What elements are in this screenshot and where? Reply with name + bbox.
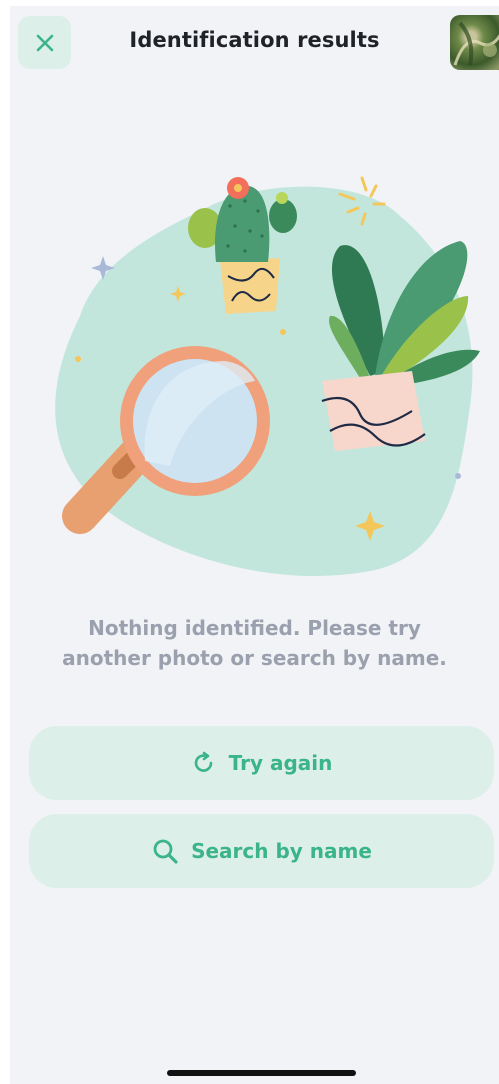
header: Identification results xyxy=(10,6,499,78)
plant-photo-thumbnail[interactable] xyxy=(450,15,499,70)
message-line-1: Nothing identified. Please try xyxy=(88,616,421,640)
thumbnail-image xyxy=(453,21,499,66)
search-icon xyxy=(153,839,178,864)
search-by-name-label: Search by name xyxy=(191,839,372,863)
try-again-label: Try again xyxy=(228,751,333,775)
screen: Identification results Nothing identifie… xyxy=(10,6,499,1084)
refresh-icon xyxy=(194,751,212,772)
home-indicator[interactable] xyxy=(167,1070,356,1076)
empty-state-message: Nothing identified. Please try another p… xyxy=(10,613,499,673)
page-title: Identification results xyxy=(129,28,380,52)
magnifier-and-plants-illustration xyxy=(55,176,480,576)
try-again-button[interactable]: Try again xyxy=(29,726,494,800)
search-by-name-button[interactable]: Search by name xyxy=(29,814,494,888)
message-line-2: another photo or search by name. xyxy=(62,646,447,670)
